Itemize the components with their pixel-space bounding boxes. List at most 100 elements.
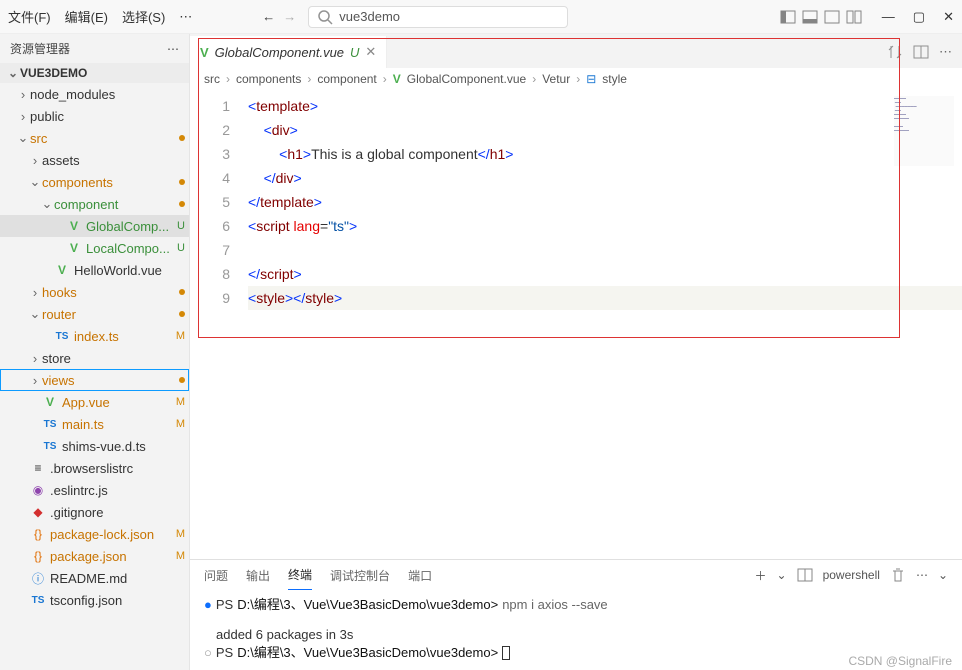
file-row[interactable]: VGlobalComp...U (0, 215, 189, 237)
crumb[interactable]: Vetur (542, 72, 570, 86)
folder-row[interactable]: ›node_modules (0, 83, 189, 105)
menu-group: 文件(F) 编辑(E) 选择(S) (8, 7, 165, 26)
term-path: D:\编程\3、Vue\Vue3BasicDemo\vue3demo> (237, 596, 498, 614)
menu-more[interactable]: ⋯ (179, 9, 192, 25)
file-row[interactable]: {}package-lock.jsonM (0, 523, 189, 545)
chevron-down-icon[interactable]: ⌄ (938, 568, 948, 582)
file-row[interactable]: ◉.eslintrc.js (0, 479, 189, 501)
explorer-more-icon[interactable]: ⋯ (167, 42, 179, 56)
folder-row[interactable]: ›store (0, 347, 189, 369)
folder-row[interactable]: ⌄component (0, 193, 189, 215)
folder-row[interactable]: ⌄router (0, 303, 189, 325)
tab-bar-actions: ⋯ (877, 44, 962, 60)
crumb[interactable]: GlobalComponent.vue (407, 72, 526, 86)
file-tree[interactable]: ›node_modules›public⌄src›assets⌄componen… (0, 83, 189, 670)
tab-close-icon[interactable]: ✕ (365, 44, 376, 60)
chevron-down-icon[interactable]: ⌄ (777, 568, 787, 582)
file-row[interactable]: VLocalCompo...U (0, 237, 189, 259)
folder-row[interactable]: ⌄components (0, 171, 189, 193)
menu-edit[interactable]: 编辑(E) (65, 7, 108, 26)
nav-back-icon[interactable]: ← (262, 9, 275, 24)
code-area[interactable]: 123456789 <template> <div> <h1>This is a… (190, 90, 962, 559)
tab-label: GlobalComponent.vue (215, 45, 344, 60)
bullet-icon: ○ (204, 644, 212, 662)
editor-tab[interactable]: V GlobalComponent.vue U ✕ (190, 36, 387, 68)
explorer-header: 资源管理器 ⋯ (0, 34, 189, 63)
maximize-icon[interactable]: ▢ (913, 9, 925, 25)
vue-icon: V (200, 45, 209, 60)
folder-row[interactable]: ›views (0, 369, 189, 391)
style-icon: ⊟ (586, 72, 596, 86)
project-header[interactable]: ⌄ VUE3DEMO (0, 63, 189, 83)
tab-more-icon[interactable]: ⋯ (939, 44, 952, 60)
bullet-icon: ● (204, 596, 212, 614)
terminal-more-icon[interactable]: ⋯ (916, 568, 928, 582)
panel-tabs: 问题 输出 终端 调试控制台 端口 ＋ ⌄ powershell ⋯ ⌄ (190, 560, 962, 590)
layout-grid-icon[interactable] (846, 9, 862, 25)
vue-icon: V (393, 72, 401, 86)
explorer-title: 资源管理器 (10, 40, 70, 57)
editor-area: V GlobalComponent.vue U ✕ ⋯ src› compone… (190, 34, 962, 670)
titlebar: 文件(F) 编辑(E) 选择(S) ⋯ ← → vue3demo — ▢ ✕ (0, 0, 962, 34)
file-row[interactable]: {}package.jsonM (0, 545, 189, 567)
menu-file[interactable]: 文件(F) (8, 7, 51, 26)
terminal-cursor (502, 646, 510, 660)
search-text: vue3demo (339, 9, 400, 24)
code-content[interactable]: <template> <div> <h1>This is a global co… (240, 90, 962, 559)
file-row[interactable]: TSmain.tsM (0, 413, 189, 435)
term-path: D:\编程\3、Vue\Vue3BasicDemo\vue3demo> (237, 644, 498, 662)
line-gutter: 123456789 (190, 90, 240, 559)
sidebar: 资源管理器 ⋯ ⌄ VUE3DEMO ›node_modules›public⌄… (0, 34, 190, 670)
folder-row[interactable]: ›public (0, 105, 189, 127)
file-row[interactable]: VApp.vueM (0, 391, 189, 413)
window-controls: — ▢ ✕ (882, 9, 954, 25)
file-row[interactable]: TSindex.tsM (0, 325, 189, 347)
tab-git-status: U (350, 45, 359, 60)
close-icon[interactable]: ✕ (943, 9, 954, 25)
nav-forward-icon[interactable]: → (283, 9, 296, 24)
term-output: added 6 packages in 3s (216, 626, 353, 644)
compare-icon[interactable] (887, 44, 903, 60)
nav-arrows: ← → (262, 9, 296, 24)
terminal-shell-icon[interactable] (797, 567, 813, 583)
terminal-new-icon[interactable]: ＋ (754, 567, 766, 584)
file-row[interactable]: ⓘREADME.md (0, 567, 189, 589)
search-icon (317, 9, 333, 25)
folder-row[interactable]: ›assets (0, 149, 189, 171)
search-box[interactable]: vue3demo (308, 6, 568, 28)
trash-icon[interactable] (890, 567, 906, 583)
minimap[interactable]: ▬▬▬▬ ▬▬ ▬▬▬▬▬▬▬ ▬▬▬▬▬▬▬▬▬▬▬▬▬▬▬▬▬▬▬ (894, 96, 954, 166)
minimize-icon[interactable]: — (882, 9, 895, 25)
breadcrumb[interactable]: src› components› component› V GlobalComp… (190, 68, 962, 90)
layout-right-icon[interactable] (824, 9, 840, 25)
crumb[interactable]: component (317, 72, 376, 86)
menu-select[interactable]: 选择(S) (122, 7, 165, 26)
project-name: VUE3DEMO (20, 66, 87, 80)
crumb[interactable]: src (204, 72, 220, 86)
split-icon[interactable] (913, 44, 929, 60)
crumb[interactable]: components (236, 72, 301, 86)
crumb[interactable]: style (602, 72, 627, 86)
file-row[interactable]: TStsconfig.json (0, 589, 189, 611)
panel-tab-ports[interactable]: 端口 (408, 561, 432, 590)
folder-row[interactable]: ⌄src (0, 127, 189, 149)
layout-bottom-icon[interactable] (802, 9, 818, 25)
folder-row[interactable]: ›hooks (0, 281, 189, 303)
tab-bar: V GlobalComponent.vue U ✕ ⋯ (190, 34, 962, 68)
terminal-shell-name[interactable]: powershell (823, 568, 880, 582)
bottom-panel: 问题 输出 终端 调试控制台 端口 ＋ ⌄ powershell ⋯ ⌄ ● (190, 559, 962, 670)
panel-tab-problems[interactable]: 问题 (204, 561, 228, 590)
term-prefix: PS (216, 596, 233, 614)
chevron-down-icon: ⌄ (6, 66, 20, 80)
panel-tab-output[interactable]: 输出 (246, 561, 270, 590)
file-row[interactable]: VHelloWorld.vue (0, 259, 189, 281)
file-row[interactable]: ◆.gitignore (0, 501, 189, 523)
panel-tab-debug[interactable]: 调试控制台 (330, 561, 390, 590)
terminal-body[interactable]: ● PS D:\编程\3、Vue\Vue3BasicDemo\vue3demo>… (190, 590, 962, 670)
term-prefix: PS (216, 644, 233, 662)
layout-icons (780, 9, 862, 25)
panel-tab-terminal[interactable]: 终端 (288, 560, 312, 590)
file-row[interactable]: TSshims-vue.d.ts (0, 435, 189, 457)
layout-left-icon[interactable] (780, 9, 796, 25)
file-row[interactable]: ≡.browserslistrc (0, 457, 189, 479)
